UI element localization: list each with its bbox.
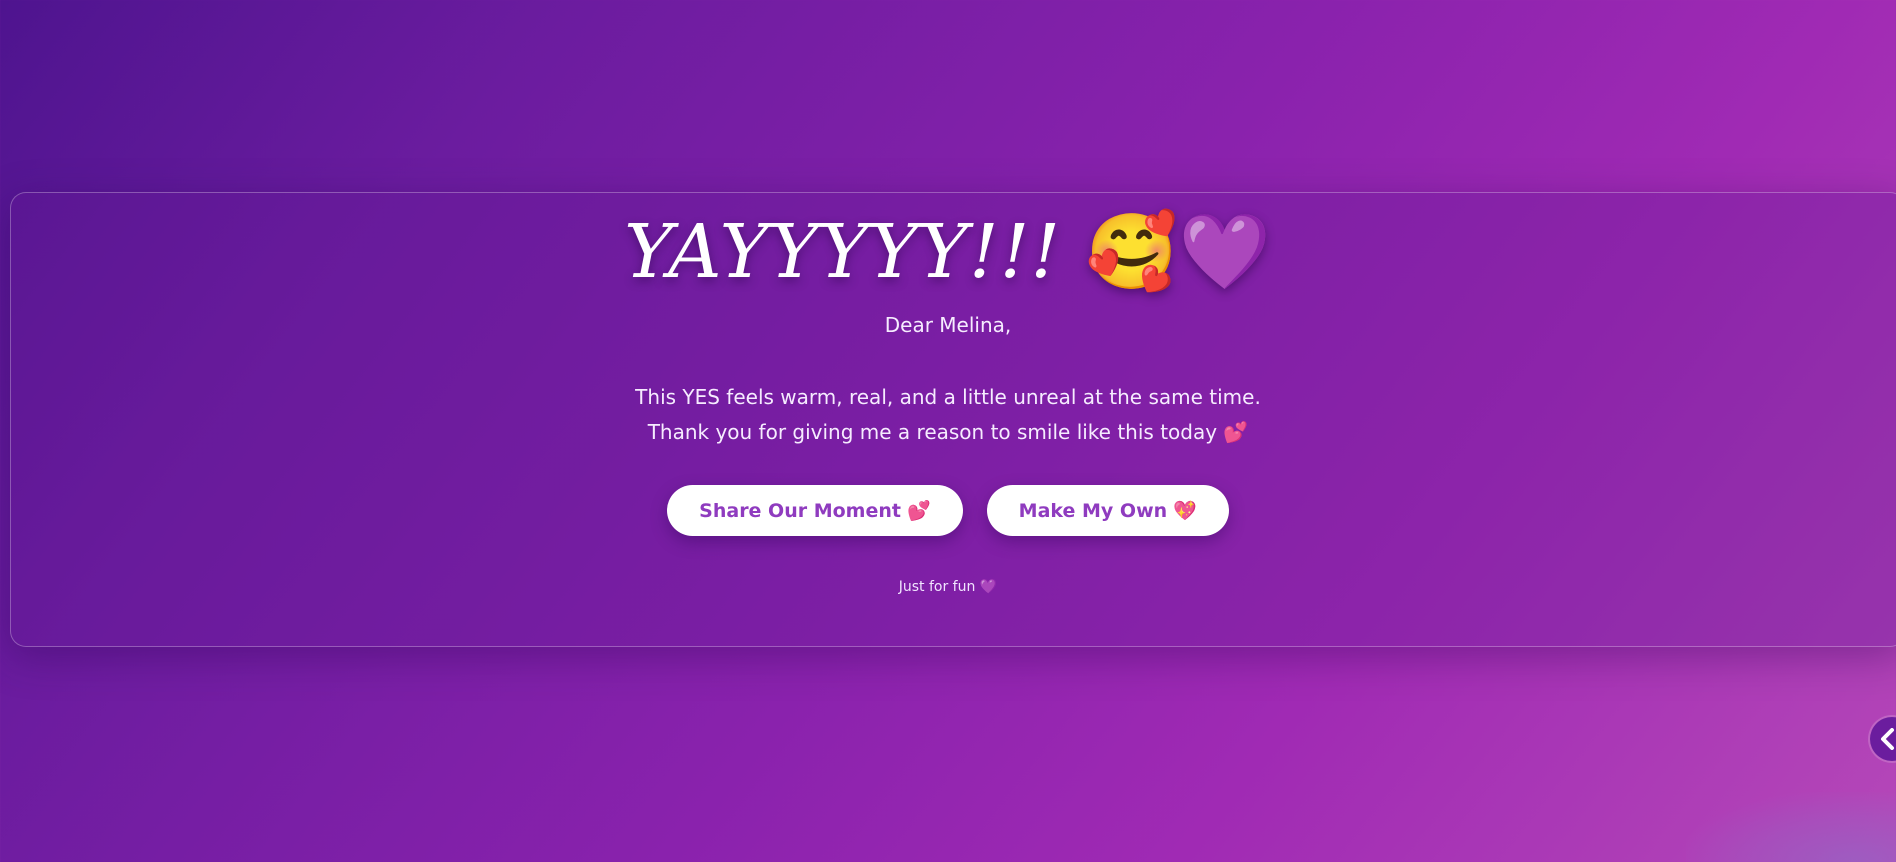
- title-emojis: 🥰💜: [1085, 209, 1272, 295]
- corner-glow: [1686, 792, 1896, 862]
- sparkling-heart-icon: 💖: [1173, 500, 1197, 522]
- page-title: YAYYYYY!!! 🥰💜: [0, 207, 1896, 297]
- action-buttons: Share Our Moment 💕 Make My Own 💖: [0, 485, 1896, 536]
- chevron-left-icon: [1881, 728, 1894, 750]
- footer-note: Just for fun 💜: [898, 579, 998, 595]
- message-line-1: This YES feels warm, real, and a little …: [635, 385, 1261, 409]
- make-my-own-label: Make My Own: [1018, 499, 1168, 522]
- share-moment-button[interactable]: Share Our Moment 💕: [667, 485, 963, 536]
- message-body: This YES feels warm, real, and a little …: [0, 380, 1896, 450]
- sidebar-toggle-button[interactable]: [1870, 717, 1896, 761]
- make-my-own-button[interactable]: Make My Own 💖: [986, 485, 1229, 536]
- greeting: Dear Melina,: [884, 313, 1012, 337]
- title-text: YAYYYYY!!!: [624, 209, 1062, 295]
- share-moment-label: Share Our Moment: [699, 499, 901, 522]
- two-hearts-icon: 💕: [906, 500, 931, 522]
- message-line-2: Thank you for giving me a reason to smil…: [647, 420, 1249, 444]
